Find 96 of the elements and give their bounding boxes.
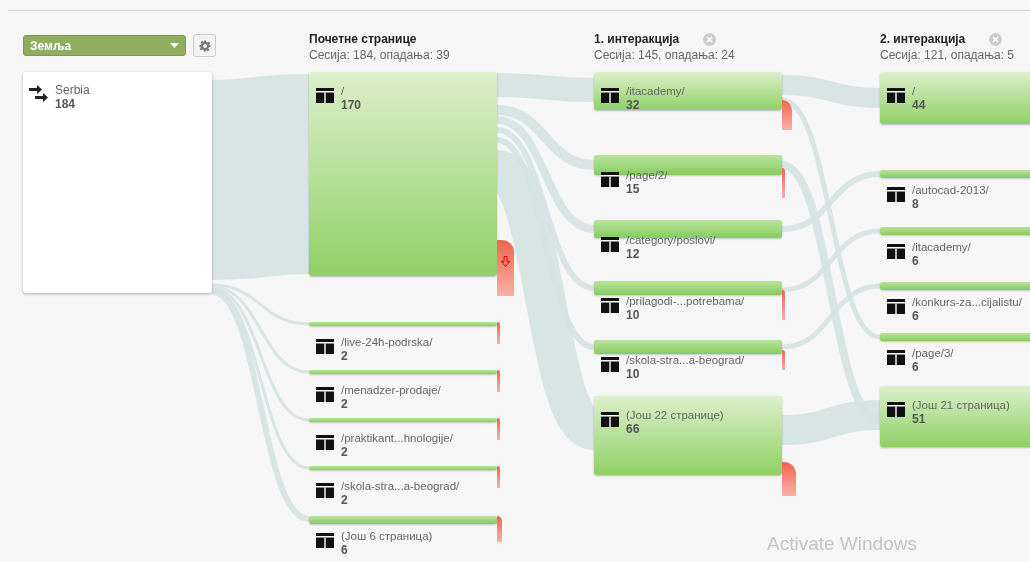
close-icon[interactable]	[989, 32, 1003, 46]
page-layout-icon	[316, 387, 334, 402]
page-path: /itacademy/	[626, 84, 685, 98]
settings-button[interactable]	[193, 34, 216, 57]
down-arrow-icon	[501, 256, 510, 267]
page-path: /live-24h-podrska/	[341, 335, 433, 349]
page-path: /skola-stra...a-beograd/	[341, 479, 460, 493]
dropoff-bar[interactable]	[497, 240, 514, 296]
column-title: 2. интеракција	[880, 31, 966, 47]
page-layout-icon	[316, 435, 334, 450]
page-node-bar[interactable]	[309, 466, 497, 470]
column-stats: Сесија: 145, опадања: 24	[594, 47, 735, 63]
page-layout-icon	[601, 237, 619, 252]
page-node-bar[interactable]	[309, 418, 497, 422]
page-count: 10	[626, 308, 641, 322]
page-path: (Још 22 странице)	[626, 408, 724, 422]
page-path: /menadzer-prodaje/	[341, 383, 441, 397]
page-layout-icon	[316, 339, 334, 354]
page-node-bar[interactable]	[309, 516, 497, 524]
column-stats: Сесија: 121, опадања: 5	[880, 47, 1015, 63]
page-count: 8	[912, 197, 920, 211]
page-count: 10	[626, 367, 641, 381]
page-node-bar[interactable]	[309, 322, 497, 326]
page-path: /page/3/	[912, 346, 954, 360]
page-node-bar[interactable]	[880, 282, 1030, 290]
caret-icon	[170, 43, 179, 48]
page-path: /skola-stra...a-beograd/	[626, 353, 745, 367]
page-node-bar[interactable]	[594, 340, 782, 354]
page-path: /praktikant...hnologije/	[341, 431, 453, 445]
page-layout-icon	[887, 299, 905, 314]
page-count: 170	[341, 98, 362, 112]
page-node-block[interactable]	[594, 72, 782, 110]
page-layout-icon	[601, 88, 619, 103]
page-path: /	[912, 84, 917, 98]
dropoff-bar[interactable]	[782, 100, 792, 130]
dropoff-bar[interactable]	[497, 322, 500, 344]
settings-icon	[198, 39, 211, 52]
page-layout-icon	[887, 402, 905, 417]
page-node-block[interactable]	[880, 386, 1030, 447]
dropoff-bar[interactable]	[782, 290, 785, 320]
page-count: 6	[912, 360, 920, 374]
page-path: /prilagodi-...potrebama/	[626, 294, 745, 308]
page-node-block[interactable]	[880, 72, 1030, 124]
column-title: Почетне странице	[309, 31, 417, 47]
page-layout-icon	[887, 350, 905, 365]
dropoff-bar[interactable]	[782, 462, 796, 496]
page-node-bar[interactable]	[309, 370, 497, 374]
page-layout-icon	[887, 187, 905, 202]
page-layout-icon	[316, 533, 334, 548]
page-count: 6	[912, 254, 920, 268]
page-count: 15	[626, 182, 641, 196]
page-count: 6	[912, 309, 920, 323]
page-count: 32	[626, 98, 641, 112]
page-node-bar[interactable]	[880, 227, 1030, 235]
page-count: 12	[626, 247, 641, 261]
page-layout-icon	[601, 172, 619, 187]
page-path: /	[341, 84, 346, 98]
page-node-bar[interactable]	[594, 220, 782, 238]
page-count: 2	[341, 397, 349, 411]
dropoff-bar[interactable]	[497, 466, 500, 488]
dropoff-bar[interactable]	[782, 350, 785, 370]
source-label: Serbia	[55, 83, 90, 97]
dropoff-bar[interactable]	[782, 168, 785, 198]
page-node-block[interactable]	[309, 72, 497, 276]
page-count: 51	[912, 412, 927, 426]
dropoff-bar[interactable]	[497, 370, 500, 392]
source-node-card[interactable]: Serbia 184	[23, 72, 212, 293]
page-node-bar[interactable]	[880, 333, 1030, 341]
page-layout-icon	[316, 88, 334, 103]
page-layout-icon	[601, 412, 619, 427]
page-count: 6	[341, 543, 349, 557]
page-count: 44	[912, 98, 926, 112]
page-path: (Још 6 страница)	[341, 529, 433, 543]
page-path: /itacademy/	[912, 240, 971, 254]
page-count: 66	[626, 422, 641, 436]
page-count: 2	[341, 493, 349, 507]
column-stats: Сесија: 184, опадања: 39	[309, 47, 450, 63]
page-node-bar[interactable]	[880, 170, 1030, 178]
page-layout-icon	[887, 88, 905, 103]
page-count: 2	[341, 349, 349, 363]
page-count: 2	[341, 445, 349, 459]
page-path: (Још 21 страница)	[912, 398, 1010, 412]
column-title: 1. интеракција	[594, 31, 680, 47]
page-path: /autocad-2013/	[912, 183, 989, 197]
dropoff-bar[interactable]	[497, 418, 500, 440]
page-node-bar[interactable]	[594, 281, 782, 295]
arrows-icon	[29, 84, 49, 104]
page-node-block[interactable]	[594, 396, 782, 475]
page-path: /konkurs-za...cijalistu/	[912, 295, 1022, 309]
dropoff-bar[interactable]	[497, 516, 502, 542]
page-layout-icon	[601, 298, 619, 313]
page-layout-icon	[316, 483, 334, 498]
close-icon[interactable]	[703, 32, 717, 46]
source-count: 184	[55, 97, 77, 111]
page-layout-icon	[887, 244, 905, 259]
page-layout-icon	[601, 357, 619, 372]
